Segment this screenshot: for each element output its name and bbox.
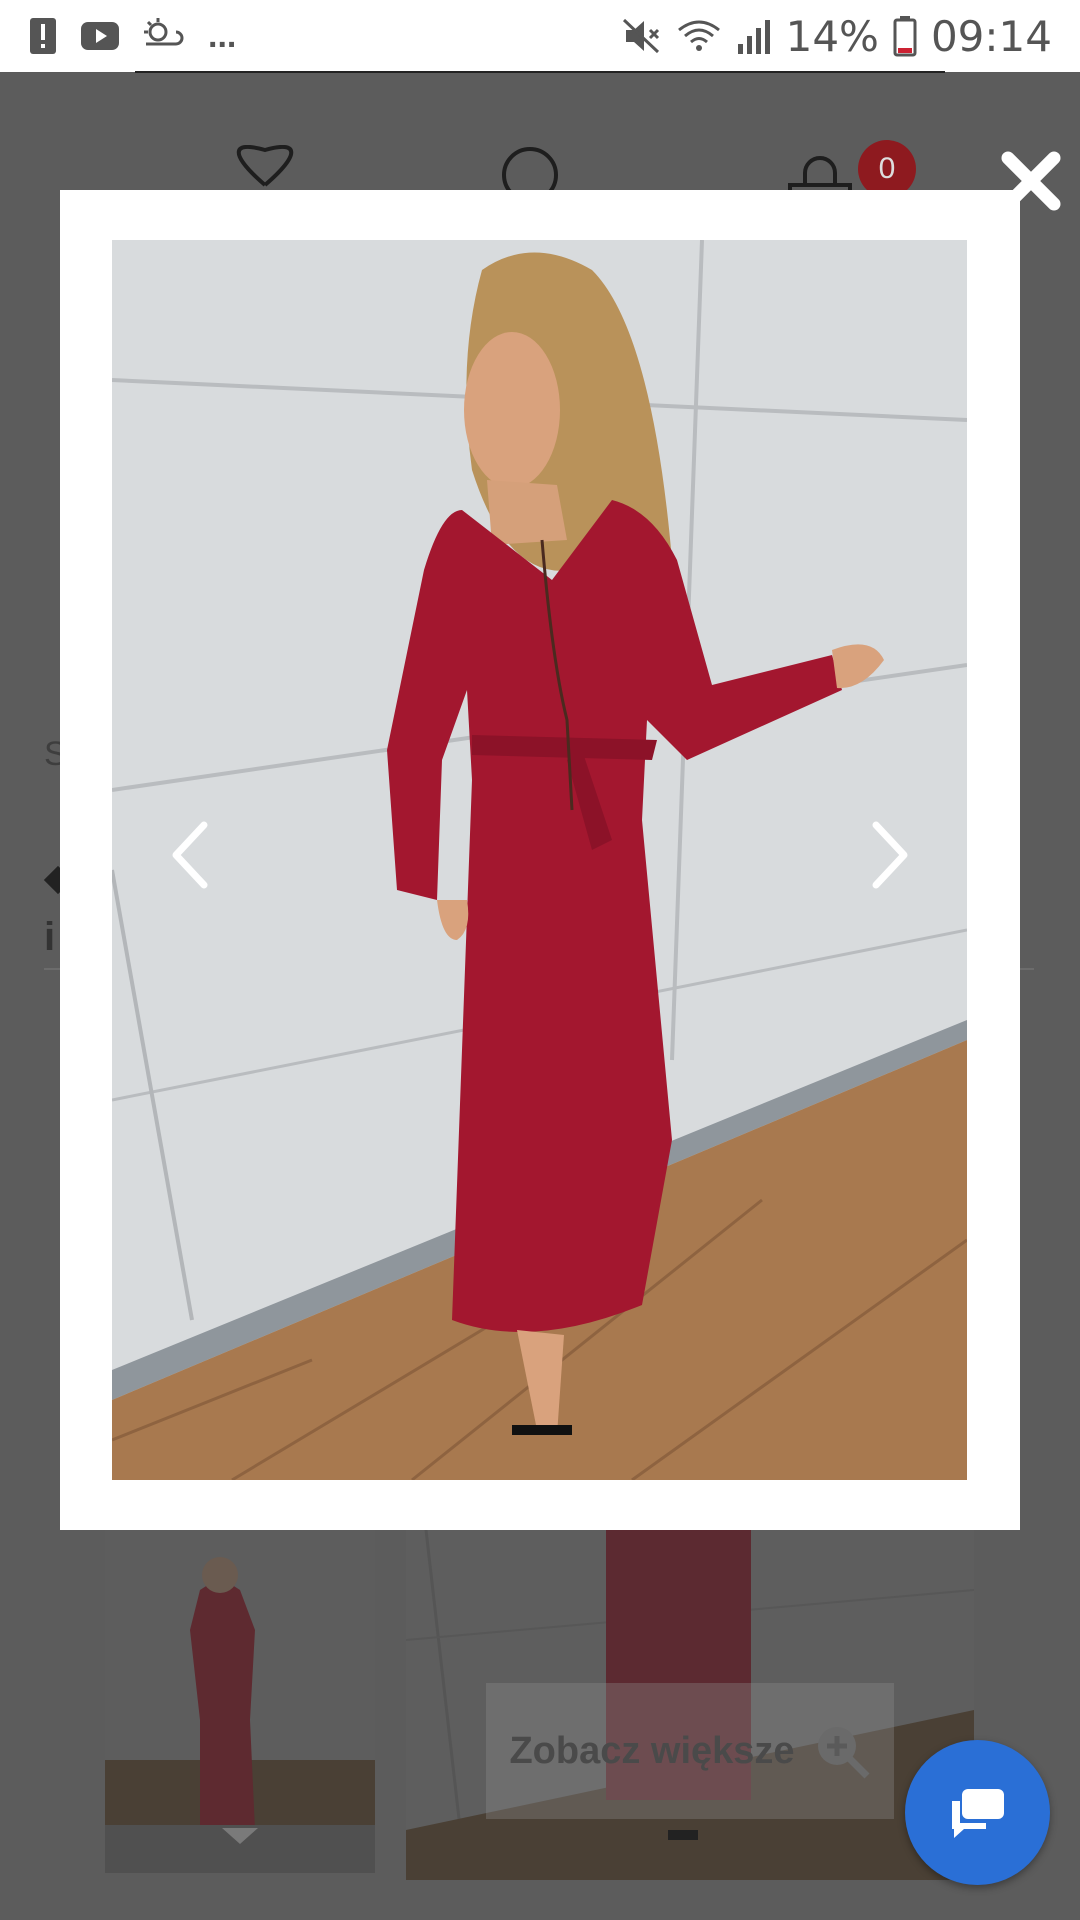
zoom-in-icon <box>817 1727 870 1779</box>
zoom-label: Zobacz większe <box>509 1729 795 1772</box>
chevron-left-icon[interactable] <box>160 815 220 895</box>
zoom-button[interactable]: Zobacz większe <box>486 1683 894 1819</box>
chevron-right-icon[interactable] <box>860 815 920 895</box>
alert-icon <box>28 16 58 56</box>
status-right: 14% 09:14 <box>622 12 1052 61</box>
status-bar: ... 14% 09:14 <box>0 0 1080 72</box>
background-heading-partial: i <box>44 915 56 959</box>
wifi-icon <box>676 16 722 56</box>
status-divider <box>135 71 945 73</box>
status-left: ... <box>28 16 236 56</box>
battery-icon <box>893 15 917 57</box>
chat-button[interactable] <box>905 1740 1050 1885</box>
battery-percent: 14% <box>785 11 879 61</box>
signal-icon <box>736 16 772 56</box>
thumbnail-1[interactable] <box>105 1530 375 1873</box>
chat-icon <box>951 1788 1004 1838</box>
youtube-icon <box>80 21 120 51</box>
heart-icon <box>236 145 294 187</box>
mute-icon <box>622 16 662 56</box>
product-photo <box>112 240 967 1480</box>
weather-icon <box>142 16 186 56</box>
close-icon[interactable] <box>1000 150 1062 212</box>
chevron-down-icon[interactable] <box>222 1828 258 1844</box>
status-time: 09:14 <box>930 11 1052 61</box>
status-more: ... <box>208 16 237 55</box>
